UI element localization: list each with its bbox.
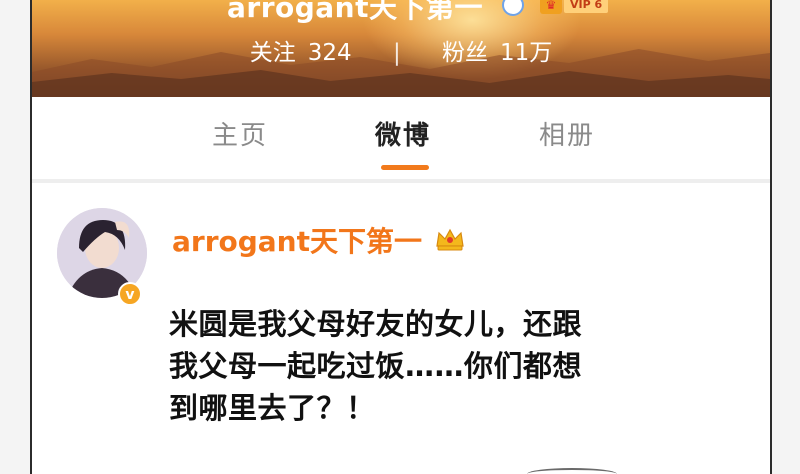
weibo-post: v arrogant天下第一 米圆是我父母好友的女儿，还跟 我父母一起吃过饭……… — [32, 186, 770, 474]
active-tab-indicator — [381, 165, 429, 170]
post-line: 米圆是我父母好友的女儿，还跟 — [169, 307, 583, 341]
profile-banner: arrogant天下第一 ♛ VIP 6 关注 324 | 粉丝 11万 — [32, 0, 770, 97]
next-element-edge — [527, 468, 617, 474]
post-line: 我父母一起吃过饭……你们都想 — [169, 349, 583, 383]
stats-separator: | — [392, 40, 401, 66]
tab-album[interactable]: 相册 — [539, 115, 595, 152]
following-count: 324 — [307, 40, 352, 66]
following-label: 关注 — [249, 40, 296, 66]
vip-level: VIP 6 — [564, 0, 609, 13]
followers-link[interactable]: 粉丝 11万 — [436, 40, 558, 66]
profile-tabs: 主页 微博 相册 — [32, 97, 770, 183]
tab-home[interactable]: 主页 — [212, 115, 268, 152]
profile-name: arrogant天下第一 — [227, 0, 484, 24]
post-content: 米圆是我父母好友的女儿，还跟 我父母一起吃过饭……你们都想 到哪里去了？！ — [169, 303, 689, 429]
profile-stats: 关注 324 | 粉丝 11万 — [32, 33, 770, 67]
following-link[interactable]: 关注 324 — [244, 40, 365, 66]
post-author[interactable]: arrogant天下第一 — [172, 220, 422, 260]
followers-count: 11万 — [500, 40, 553, 66]
verified-v-icon: v — [118, 282, 142, 306]
vip-badge: ♛ VIP 6 — [540, 0, 609, 14]
vip-crown-icon: ♛ — [540, 0, 562, 14]
weibo-profile-screen: arrogant天下第一 ♛ VIP 6 关注 324 | 粉丝 11万 主页 微博… — [30, 0, 772, 474]
tab-weibo[interactable]: 微博 — [375, 115, 431, 152]
followers-label: 粉丝 — [442, 40, 488, 66]
post-line: 到哪里去了？！ — [169, 391, 376, 425]
vip-crown-icon — [436, 228, 464, 251]
